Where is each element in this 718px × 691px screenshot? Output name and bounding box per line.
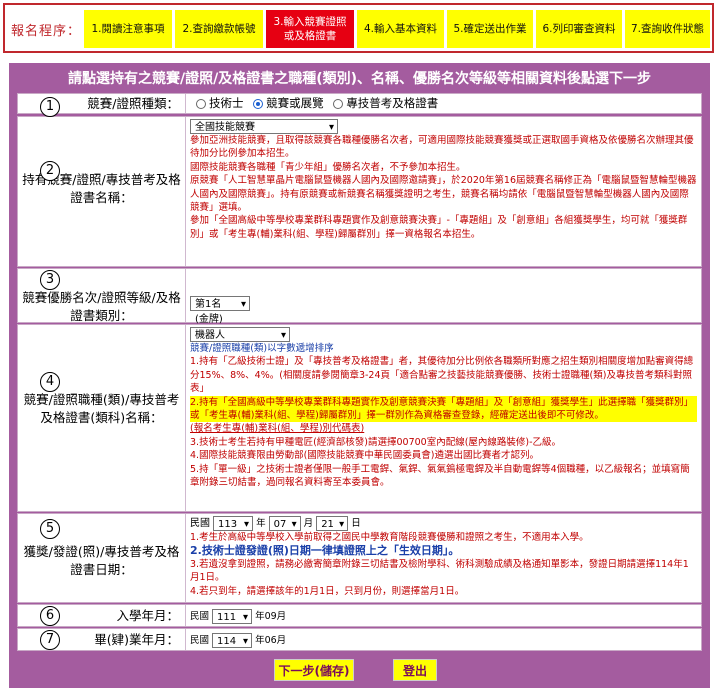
radio-competition-selected[interactable] (253, 98, 264, 109)
step-marker-6: 6 (40, 606, 60, 626)
row-trade-name: 競賽/證照職種(類)/專技普考及格證書(類科)名稱： 機器人 競賽/證照職種(類… (17, 324, 702, 512)
row4-note-1: 1.持有「乙級技術士證」及「專技普考及格證書」者，其優待加分比例依各職類所對應之… (190, 356, 694, 395)
row4-note-2: 2.持有「全國高級中等學校專業群科專題實作及創意競賽決賽「專題組」及「創意組」獲… (190, 395, 697, 423)
step-marker-4: 4 (40, 372, 60, 392)
step-marker-5: 5 (40, 519, 60, 539)
step-1[interactable]: 1.閱讀注意事項 (84, 10, 172, 48)
department-code-link[interactable]: (報名考生專(輔)業科(組、學程)別代碼表) (190, 422, 697, 435)
progress-title: 報名程序： (11, 24, 82, 39)
certificate-name-content: 全國技能競賽 參加亞洲技能競賽，且取得該競賽各職種優勝名次者，可適用國際技能競賽… (190, 119, 697, 241)
row5-note-2: 2.技術士證發證(照)日期一律填證照上之「生效日期」。 (190, 544, 460, 558)
step-marker-7: 7 (40, 630, 60, 650)
radio-exam-label: 專技普考及格證書 (346, 96, 439, 110)
issue-era: 民國 (190, 518, 210, 529)
step-7[interactable]: 7.查詢收件狀態 (625, 10, 710, 48)
trade-name-select[interactable]: 機器人 (190, 327, 290, 343)
row4-note-5: 5.持「單一級」之技術士證者僅限一般手工電銲、氣銲、氣氣鎢極電銲及半自動電銲等4… (190, 463, 690, 489)
issue-day-unit: 日 (351, 518, 361, 529)
trade-sort-note: 競賽/證照職種(類)以字數遞增排序 (190, 343, 334, 354)
radio-technician-label: 技術士 (209, 96, 244, 110)
certificate-name-select[interactable]: 全國技能競賽 (190, 119, 338, 135)
row2-note-1: 參加亞洲技能競賽，且取得該競賽各職種優勝名次者，可適用國際技能競賽獲獎或正選取國… (190, 135, 694, 160)
step-marker-2: 2 (40, 161, 60, 181)
row2-note-2: 國際技能競賽各職種「青少年組」優勝名次者，不予參加本招生。 (190, 161, 466, 173)
step-marker-1: 1 (40, 97, 60, 117)
step-4[interactable]: 4.輸入基本資料 (357, 10, 444, 48)
step-5[interactable]: 5.確定送出作業 (447, 10, 533, 48)
issue-year-unit: 年 (256, 518, 266, 529)
row2-note-4: 參加「全國高級中等學校專業群科專題實作及創意競賽決賽」-「專題組」及「創意組」各… (190, 215, 688, 240)
form-frame: 請點選持有之競賽/證照/及格證書之職種(類別)、名稱、優勝名次等級等相關資料後點… (9, 63, 710, 688)
row4-note-4: 4.國際技能競賽限由勞動部(國際技能競賽中華民國委員會)遴選出國比賽者才認列。 (190, 450, 539, 462)
certificate-type-options: 技術士 競賽或展覽 專技普考及格證書 (190, 96, 697, 110)
grad-year-select[interactable]: 114 (212, 633, 253, 649)
graduation-date-content: 民國 114 年06月 (190, 633, 697, 649)
enroll-era: 民國 (190, 611, 210, 622)
row5-note-1: 1.考生於高級中等學校入學前取得之國民中學教育階段競賽優勝和證照之考生，不適用本… (190, 532, 589, 543)
enroll-suffix: 年09月 (255, 611, 287, 622)
issue-month-unit: 月 (303, 518, 314, 529)
radio-exam-certificate[interactable] (333, 98, 344, 109)
step-2[interactable]: 2.查詢繳款帳號 (175, 10, 263, 48)
enroll-date-content: 民國 111 年09月 (190, 609, 697, 625)
rank-content: 第1名(金牌) (190, 296, 697, 325)
form-header: 請點選持有之競賽/證照/及格證書之職種(類別)、名稱、優勝名次等級等相關資料後點… (67, 71, 652, 87)
issue-day-select[interactable]: 21 (316, 516, 349, 532)
step-6[interactable]: 6.列印審查資料 (536, 10, 622, 48)
row5-note-4: 4.若只到年，請選擇該年的1月1日，只到月份，則選擇當月1日。 (190, 585, 465, 597)
row2-label: 持有競賽/證照/專技普考及格證書名稱： (18, 117, 186, 266)
rank-select[interactable]: 第1名(金牌) (190, 296, 250, 325)
step-marker-3: 3 (40, 270, 60, 290)
grad-era: 民國 (190, 635, 210, 646)
issue-date-content: 民國 113 年 07 月 21 日 1.考生於高級中等學校入學前取得之國民中學… (190, 516, 697, 598)
row5-note-3: 3.若遺沒拿到證照，請務必繳寄簡章附錄三切結書及檢附學科、術科測驗成績及格通知單… (190, 558, 689, 584)
row-graduation-date: 畢(肄)業年月： 民國 114 年06月 (17, 628, 702, 651)
radio-technician[interactable] (196, 98, 206, 109)
next-save-button[interactable]: 下一步(儲存) (274, 659, 354, 681)
row-certificate-name: 持有競賽/證照/專技普考及格證書名稱： 全國技能競賽 參加亞洲技能競賽，且取得該… (17, 116, 702, 267)
enroll-year-select[interactable]: 111 (212, 609, 253, 625)
row-issue-date: 獲獎/發證(照)/專技普考及格證書日期： 民國 113 年 07 月 21 日 … (17, 513, 702, 603)
registration-progress: 報名程序： 1.閱讀注意事項 2.查詢繳款帳號 3.輸入競賽證照 或及格證書 4… (3, 3, 714, 53)
grad-suffix: 年06月 (255, 635, 287, 646)
row4-label: 競賽/證照職種(類)/專技普考及格證書(類科)名稱： (18, 325, 186, 511)
row-rank: 競賽優勝名次/證照等級/及格證書類別： 第1名(金牌) (17, 268, 702, 325)
logout-button[interactable]: 登出 (393, 659, 437, 681)
row-certificate-type: 競賽/證照種類： 技術士 競賽或展覽 專技普考及格證書 (17, 93, 702, 114)
row2-note-3: 原競賽「人工智慧單晶片電腦鼠暨機器人國內及國際邀請賽」，於2020年第16屆競賽… (190, 175, 697, 214)
row-enroll-date: 入學年月： 民國 111 年09月 (17, 604, 702, 627)
trade-name-content: 機器人 競賽/證照職種(類)以字數遞增排序 1.持有「乙級技術士證」及「專技普考… (190, 327, 697, 489)
radio-competition-label: 競賽或展覽 (266, 96, 324, 110)
step-3-active[interactable]: 3.輸入競賽證照 或及格證書 (266, 10, 354, 48)
issue-month-select[interactable]: 07 (268, 516, 301, 532)
row4-note-3: 3.技術士考生若持有甲種電匠(經濟部核發)請選擇00700室內配線(屋內線路裝修… (190, 436, 562, 448)
issue-year-select[interactable]: 113 (213, 516, 254, 532)
